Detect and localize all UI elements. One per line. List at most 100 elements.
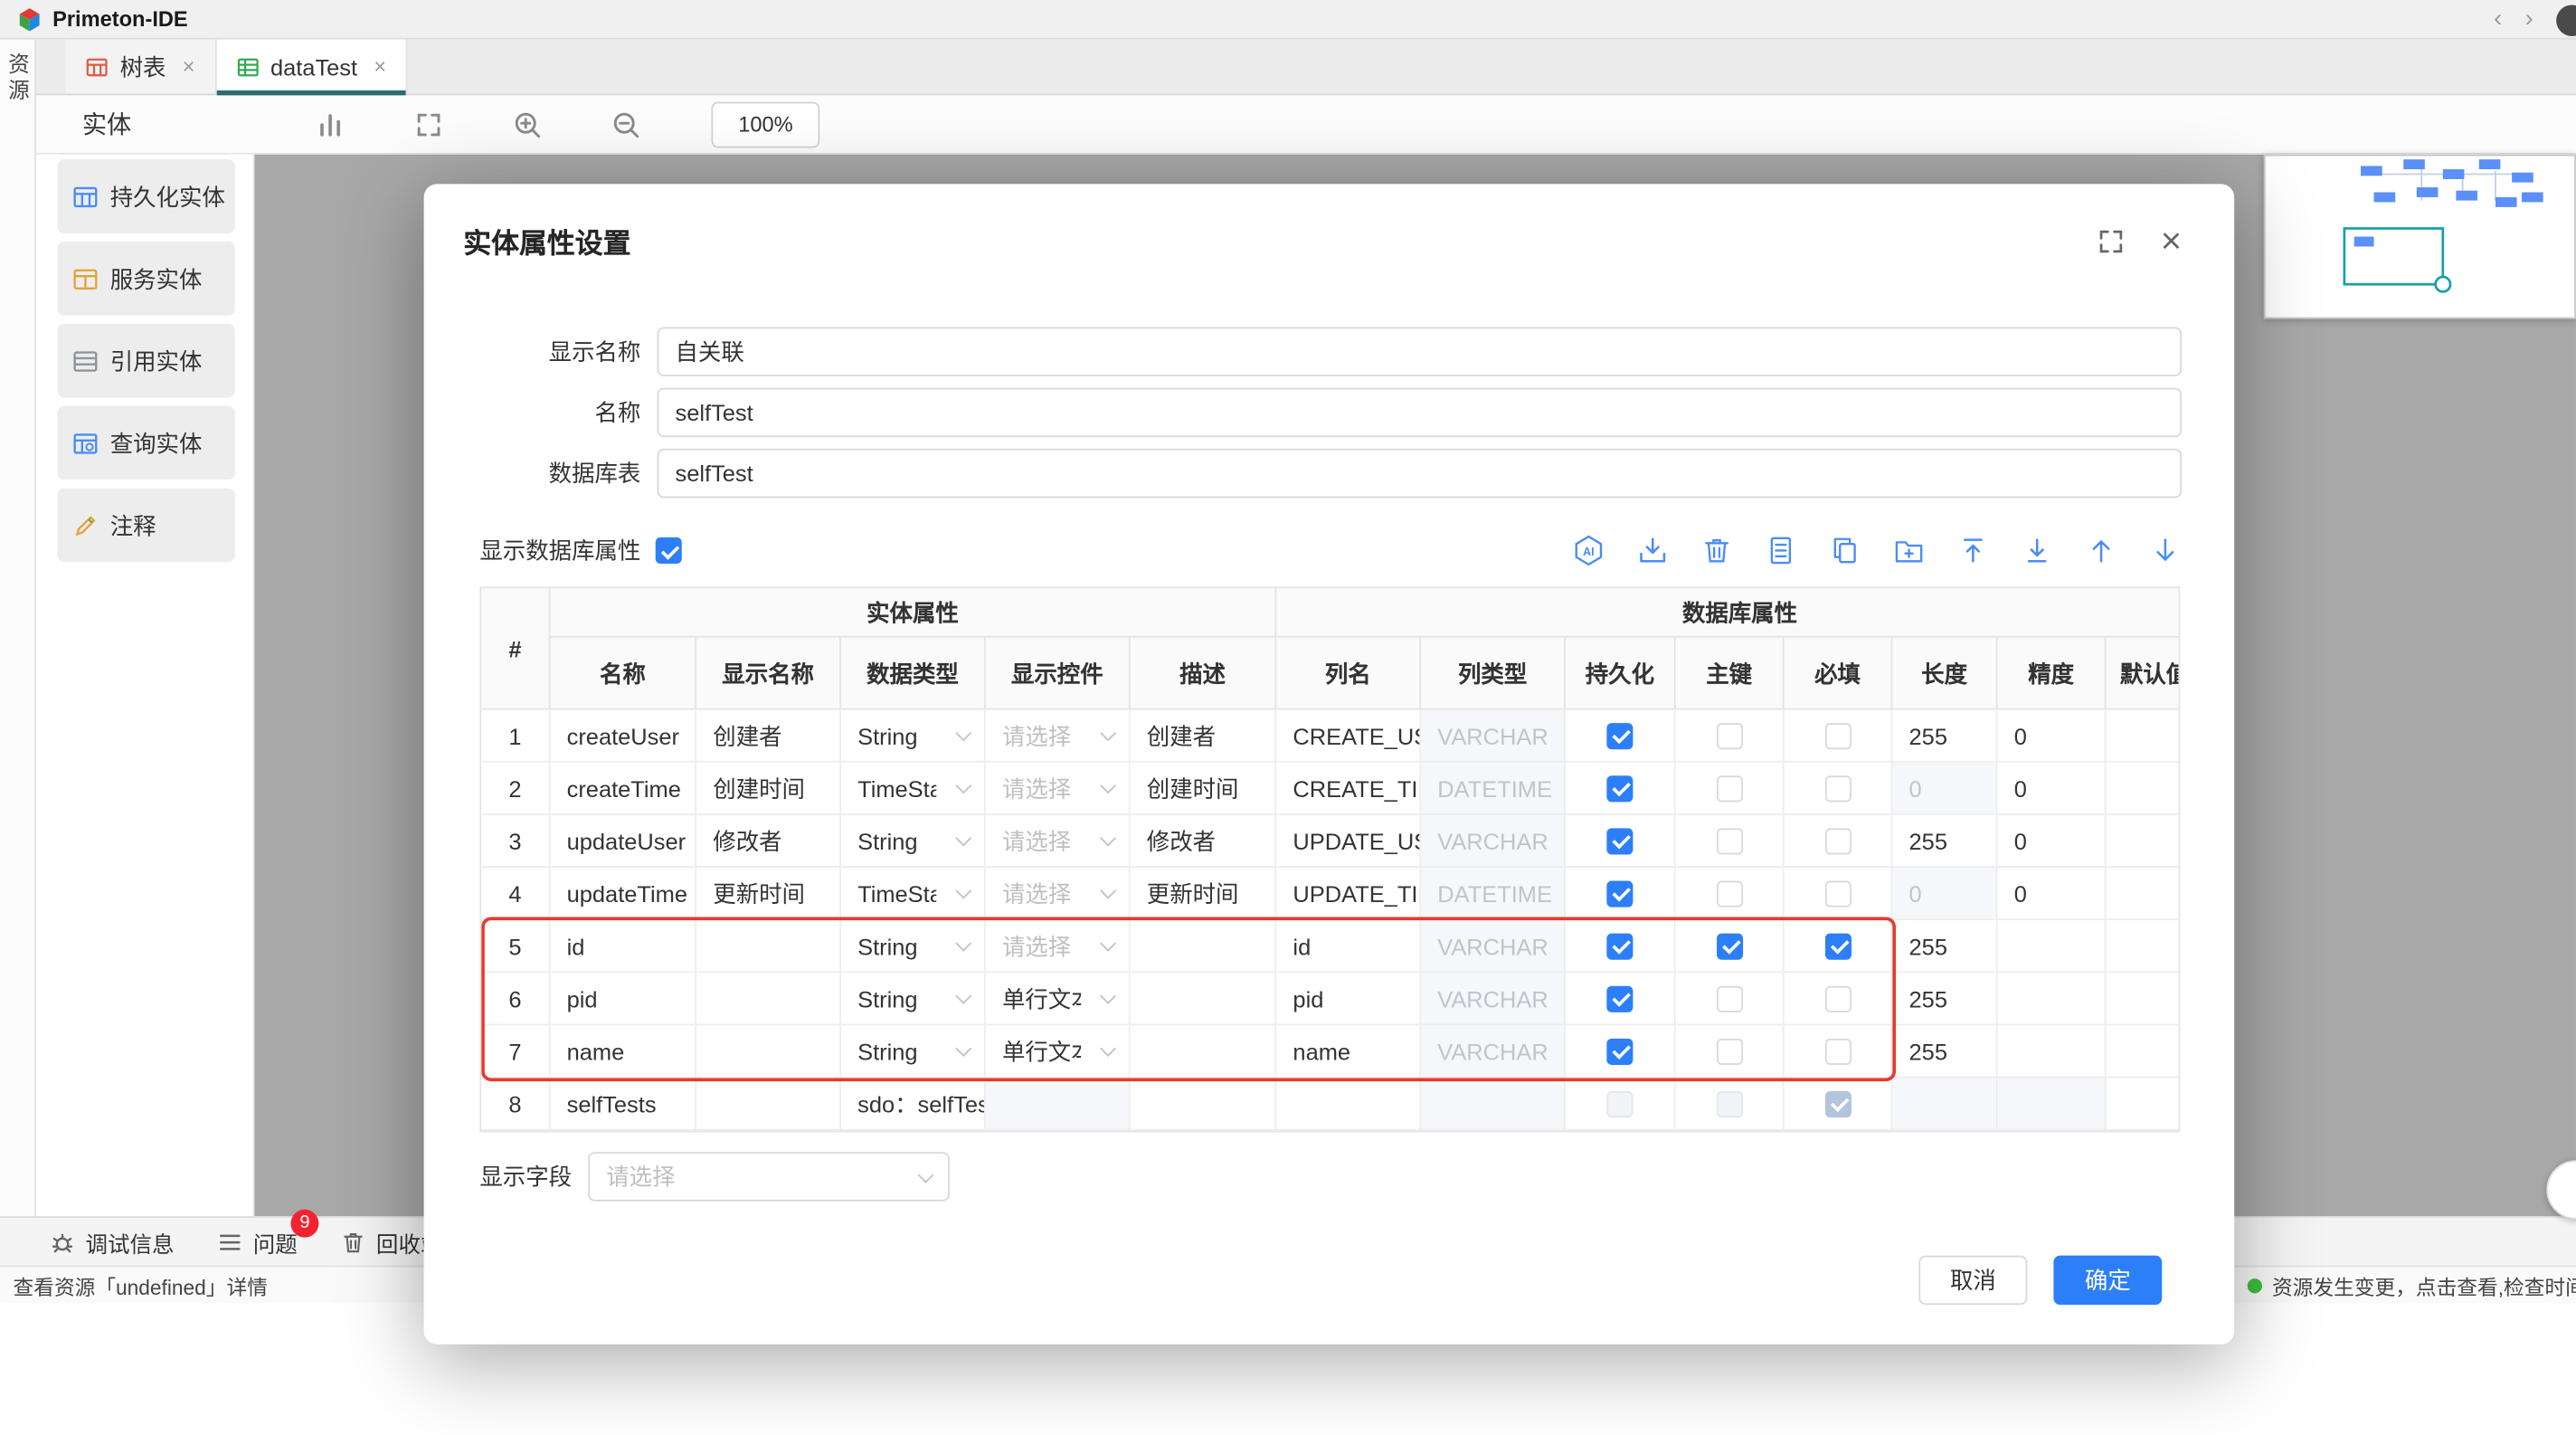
floating-action-button[interactable] xyxy=(2546,1160,2576,1219)
name-cell[interactable]: createUser xyxy=(550,710,696,763)
column-name-cell[interactable]: UPDATE_USER xyxy=(1276,815,1421,868)
required-checkbox[interactable] xyxy=(1824,722,1851,748)
tab-tree-table[interactable]: 树表 × xyxy=(66,40,216,94)
persist-checkbox[interactable] xyxy=(1606,828,1633,854)
control-select[interactable]: 单行文本 xyxy=(986,1025,1131,1078)
primary-key-checkbox[interactable] xyxy=(1716,880,1742,907)
ai-assist-icon[interactable]: AI xyxy=(1572,534,1605,566)
display-name-cell[interactable] xyxy=(696,973,841,1025)
control-select[interactable]: 请选择 xyxy=(986,920,1131,973)
default-cell[interactable] xyxy=(2106,1078,2180,1130)
forward-icon[interactable]: › xyxy=(2525,6,2533,31)
desc-cell[interactable] xyxy=(1131,1025,1277,1078)
show-db-props-checkbox[interactable] xyxy=(656,537,682,564)
column-name-cell[interactable]: name xyxy=(1276,1025,1421,1078)
desc-cell[interactable]: 创建时间 xyxy=(1131,763,1277,815)
name-cell[interactable]: id xyxy=(550,920,696,973)
back-icon[interactable]: ‹ xyxy=(2494,6,2502,31)
maximize-icon[interactable] xyxy=(2098,228,2125,254)
copy-icon[interactable] xyxy=(1829,534,1861,566)
length-cell[interactable]: 255 xyxy=(1892,815,1997,868)
length-cell[interactable]: 255 xyxy=(1892,973,1997,1025)
default-cell[interactable] xyxy=(2106,1025,2180,1078)
resource-strip[interactable]: 资源 xyxy=(0,40,36,1216)
persist-checkbox[interactable] xyxy=(1606,775,1633,801)
precision-cell[interactable]: 0 xyxy=(1998,815,2107,868)
name-cell[interactable]: selfTests xyxy=(550,1078,696,1130)
primary-key-checkbox[interactable] xyxy=(1716,1038,1742,1064)
required-checkbox[interactable] xyxy=(1824,933,1851,959)
palette-item-query-entity[interactable]: 查询实体 xyxy=(58,406,235,480)
length-cell[interactable]: 255 xyxy=(1892,710,1997,763)
column-name-cell[interactable]: UPDATE_TIME xyxy=(1276,868,1421,920)
cancel-button[interactable]: 取消 xyxy=(1918,1256,2027,1305)
precision-cell[interactable] xyxy=(1998,920,2107,973)
avatar[interactable] xyxy=(2556,5,2576,36)
default-cell[interactable] xyxy=(2106,920,2180,973)
default-cell[interactable] xyxy=(2106,763,2180,815)
persist-checkbox[interactable] xyxy=(1606,933,1633,959)
delete-icon[interactable] xyxy=(1700,534,1733,566)
name-cell[interactable]: updateTime xyxy=(550,868,696,920)
control-select[interactable]: 单行文本 xyxy=(986,973,1131,1025)
zoom-out-icon[interactable] xyxy=(610,108,642,140)
data-type-select[interactable]: TimeStamp xyxy=(841,868,986,920)
desc-cell[interactable]: 修改者 xyxy=(1131,815,1277,868)
length-cell[interactable]: 255 xyxy=(1892,920,1997,973)
primary-key-checkbox[interactable] xyxy=(1716,775,1742,801)
palette-item-service-entity[interactable]: 服务实体 xyxy=(58,242,235,316)
control-select[interactable]: 请选择 xyxy=(986,763,1131,815)
move-down-icon[interactable] xyxy=(2149,534,2182,566)
close-icon[interactable]: × xyxy=(2161,223,2182,259)
column-name-cell[interactable]: CREATE_TIME xyxy=(1276,763,1421,815)
display-name-input[interactable] xyxy=(658,327,2183,375)
data-type-select[interactable]: String xyxy=(841,815,986,868)
data-type-select[interactable]: TimeStamp xyxy=(841,763,986,815)
required-checkbox[interactable] xyxy=(1824,880,1851,907)
zoom-in-icon[interactable] xyxy=(511,108,544,140)
add-group-icon[interactable] xyxy=(1892,534,1925,566)
display-name-cell[interactable] xyxy=(696,1025,841,1078)
close-tab-icon[interactable]: × xyxy=(374,54,386,79)
name-cell[interactable]: pid xyxy=(550,973,696,1025)
precision-cell[interactable]: 0 xyxy=(1998,868,2107,920)
confirm-button[interactable]: 确定 xyxy=(2053,1256,2162,1305)
detail-list-icon[interactable] xyxy=(1765,534,1797,566)
display-name-cell[interactable]: 创建时间 xyxy=(696,763,841,815)
debug-info-button[interactable]: 调试信息 xyxy=(49,1225,174,1258)
data-type-select[interactable]: String xyxy=(841,710,986,763)
name-input[interactable] xyxy=(658,388,2183,437)
precision-cell[interactable] xyxy=(1998,1025,2107,1078)
control-select[interactable]: 请选择 xyxy=(986,868,1131,920)
data-type-select[interactable]: String xyxy=(841,920,986,973)
primary-key-checkbox[interactable] xyxy=(1716,933,1742,959)
close-tab-icon[interactable]: × xyxy=(183,54,195,79)
db-table-input[interactable] xyxy=(658,449,2183,498)
default-cell[interactable] xyxy=(2106,815,2180,868)
problems-button[interactable]: 问题 9 xyxy=(217,1225,298,1258)
primary-key-checkbox[interactable] xyxy=(1716,828,1742,854)
persist-checkbox[interactable] xyxy=(1606,722,1633,748)
display-field-select[interactable]: 请选择 xyxy=(588,1152,950,1201)
persist-checkbox[interactable] xyxy=(1606,985,1633,1012)
default-cell[interactable] xyxy=(2106,868,2180,920)
display-name-cell[interactable] xyxy=(696,1078,841,1130)
control-select[interactable]: 请选择 xyxy=(986,815,1131,868)
precision-cell[interactable]: 0 xyxy=(1998,710,2107,763)
fit-screen-icon[interactable] xyxy=(412,108,445,140)
display-name-cell[interactable]: 更新时间 xyxy=(696,868,841,920)
column-name-cell[interactable]: id xyxy=(1276,920,1421,973)
zoom-level[interactable]: 100% xyxy=(711,101,819,147)
display-name-cell[interactable]: 创建者 xyxy=(696,710,841,763)
palette-item-reference-entity[interactable]: 引用实体 xyxy=(58,324,235,398)
length-cell[interactable]: 255 xyxy=(1892,1025,1997,1078)
required-checkbox[interactable] xyxy=(1824,1038,1851,1064)
chart-icon[interactable] xyxy=(314,108,346,140)
minimap[interactable] xyxy=(2264,155,2576,319)
desc-cell[interactable]: 创建者 xyxy=(1131,710,1277,763)
primary-key-checkbox[interactable] xyxy=(1716,985,1742,1012)
move-top-icon[interactable] xyxy=(1956,534,1989,566)
palette-item-comment[interactable]: 注释 xyxy=(58,488,235,562)
data-type-select[interactable]: String xyxy=(841,1025,986,1078)
required-checkbox[interactable] xyxy=(1824,828,1851,854)
